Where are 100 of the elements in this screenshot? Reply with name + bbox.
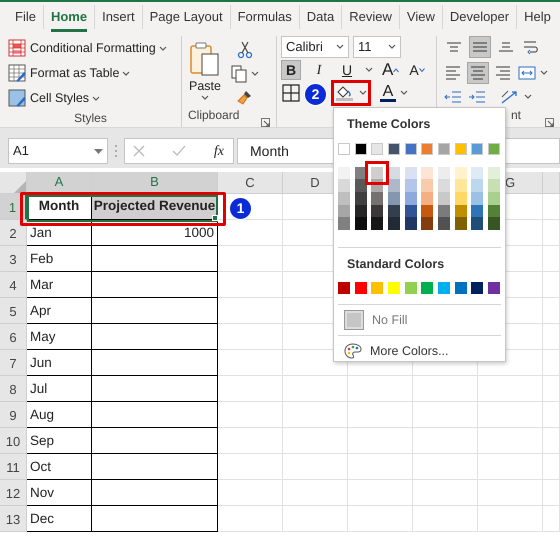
color-swatch[interactable] (388, 166, 400, 180)
color-swatch[interactable] (354, 142, 367, 155)
column-header[interactable]: C (218, 172, 283, 194)
align-button[interactable] (469, 36, 491, 58)
color-swatch[interactable] (338, 282, 350, 294)
row-header[interactable]: 6 (0, 324, 27, 350)
color-swatch[interactable] (371, 282, 384, 294)
color-swatch[interactable] (488, 179, 500, 192)
color-swatch[interactable] (438, 166, 450, 180)
color-swatch[interactable] (438, 142, 450, 155)
color-swatch[interactable] (354, 217, 367, 230)
color-swatch[interactable] (388, 179, 400, 192)
color-swatch[interactable] (421, 166, 434, 180)
color-swatch[interactable] (388, 204, 400, 218)
color-swatch[interactable] (438, 192, 450, 205)
ribbon-tab[interactable]: Page Layout (142, 5, 231, 29)
color-swatch[interactable] (454, 192, 467, 205)
color-swatch[interactable] (404, 204, 417, 218)
column-header[interactable]: A (27, 172, 92, 194)
color-swatch[interactable] (421, 282, 434, 294)
color-swatch[interactable] (421, 204, 434, 218)
row-header[interactable]: 11 (0, 454, 27, 480)
color-swatch[interactable] (388, 217, 400, 230)
row-header[interactable]: 8 (0, 376, 27, 402)
orientation-button[interactable] (499, 88, 533, 106)
format-button[interactable]: B (281, 60, 301, 80)
format-button[interactable]: I (309, 60, 329, 80)
font-name-field[interactable]: Calibri (281, 36, 349, 58)
color-swatch[interactable] (338, 179, 350, 192)
font-size-button[interactable]: A (381, 56, 400, 84)
color-swatch[interactable] (454, 179, 467, 192)
color-swatch[interactable] (454, 217, 467, 230)
merge-button[interactable] (517, 64, 549, 82)
row-header[interactable]: 2 (0, 220, 27, 246)
color-swatch[interactable] (488, 204, 500, 218)
color-swatch[interactable] (404, 282, 417, 294)
font-color-button[interactable]: A (379, 83, 409, 103)
color-swatch[interactable] (471, 217, 484, 230)
ribbon-tab[interactable]: Home (44, 5, 96, 29)
copy-button[interactable] (230, 64, 260, 84)
color-swatch[interactable] (488, 282, 500, 294)
color-swatch[interactable] (421, 192, 434, 205)
ribbon-tab[interactable]: Formulas (230, 5, 300, 29)
color-swatch[interactable] (371, 217, 384, 230)
row-header[interactable]: 10 (0, 428, 27, 454)
paste-button[interactable]: Paste (188, 36, 222, 106)
color-swatch[interactable] (471, 192, 484, 205)
color-swatch[interactable] (338, 166, 350, 180)
insert-function-button[interactable]: fx (212, 140, 225, 162)
color-swatch[interactable] (354, 179, 367, 192)
color-swatch[interactable] (338, 217, 350, 230)
color-swatch[interactable] (471, 142, 484, 155)
color-swatch[interactable] (388, 142, 400, 155)
color-swatch[interactable] (371, 166, 384, 180)
row-header[interactable]: 5 (0, 298, 27, 324)
color-swatch[interactable] (354, 282, 367, 294)
row-header[interactable]: 9 (0, 402, 27, 428)
row-header[interactable]: 3 (0, 246, 27, 272)
ribbon-button[interactable]: Format as Table (6, 63, 175, 84)
color-swatch[interactable] (454, 142, 467, 155)
color-swatch[interactable] (354, 192, 367, 205)
name-box[interactable]: A1 (8, 138, 108, 164)
color-swatch[interactable] (404, 179, 417, 192)
row-header[interactable]: 7 (0, 350, 27, 376)
color-swatch[interactable] (488, 166, 500, 180)
color-swatch[interactable] (371, 204, 384, 218)
column-header[interactable]: B (92, 172, 218, 194)
color-swatch[interactable] (354, 204, 367, 218)
color-swatch[interactable] (454, 282, 467, 294)
color-swatch[interactable] (488, 142, 500, 155)
color-swatch[interactable] (354, 166, 367, 180)
ribbon-tab[interactable]: Help (517, 5, 558, 29)
color-swatch[interactable] (371, 192, 384, 205)
borders-button[interactable] (281, 83, 301, 103)
color-swatch[interactable] (404, 192, 417, 205)
fill-handle[interactable] (212, 215, 218, 221)
color-swatch[interactable] (438, 282, 450, 294)
color-swatch[interactable] (438, 179, 450, 192)
color-swatch[interactable] (454, 166, 467, 180)
color-swatch[interactable] (421, 142, 434, 155)
menu-item[interactable]: No Fill (334, 305, 505, 336)
color-swatch[interactable] (421, 179, 434, 192)
ribbon-tab[interactable]: Review (342, 5, 400, 29)
color-swatch[interactable] (404, 166, 417, 180)
ribbon-tab[interactable]: View (400, 5, 443, 29)
color-swatch[interactable] (388, 192, 400, 205)
color-swatch[interactable] (421, 217, 434, 230)
color-swatch[interactable] (471, 204, 484, 218)
row-header[interactable]: 4 (0, 272, 27, 298)
dialog-launcher-icon[interactable] (545, 118, 554, 127)
color-swatch[interactable] (388, 282, 400, 294)
ribbon-tab[interactable]: Data (300, 5, 342, 29)
ribbon-tab[interactable]: File (8, 5, 44, 29)
format-button[interactable]: U (337, 60, 357, 80)
color-swatch[interactable] (454, 204, 467, 218)
align-button[interactable] (467, 62, 489, 84)
ribbon-tab[interactable]: Developer (442, 5, 518, 29)
ribbon-button[interactable]: Conditional Formatting (6, 38, 175, 59)
color-swatch[interactable] (371, 142, 384, 155)
color-swatch[interactable] (471, 166, 484, 180)
